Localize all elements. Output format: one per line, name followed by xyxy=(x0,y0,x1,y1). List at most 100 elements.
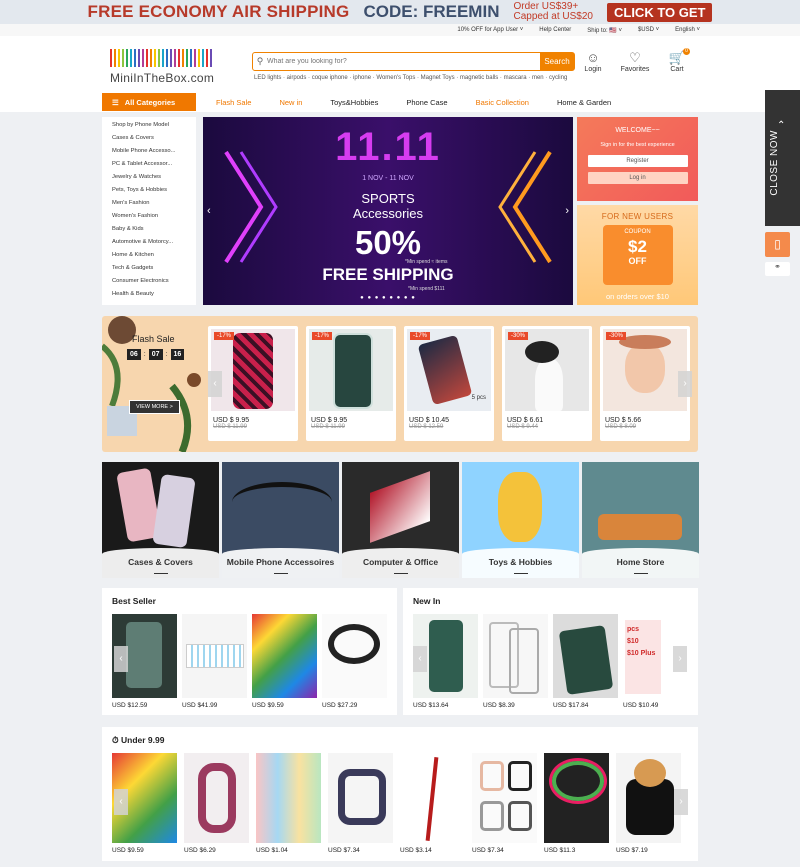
discount-badge: -17% xyxy=(312,332,333,340)
product-item[interactable]: USD $7.19 xyxy=(616,753,683,854)
product-image xyxy=(322,614,387,698)
product-old-price: USD $ 12.59 xyxy=(409,424,444,430)
product-item[interactable]: USD $7.34 xyxy=(328,753,395,854)
chevron-right-icon[interactable]: › xyxy=(674,789,688,815)
login-button[interactable]: Log in xyxy=(587,172,688,184)
chevron-left-icon[interactable]: ‹ xyxy=(114,646,128,672)
product-price: USD $7.19 xyxy=(616,847,648,854)
chevron-left-icon[interactable]: ‹ xyxy=(413,646,427,672)
category-item[interactable]: Home & Kitchen xyxy=(112,249,196,262)
flash-product-list: -17% USD $ 9.95 USD $ 11.99 -17% USD $ 9… xyxy=(208,326,690,441)
product-item[interactable]: USD $41.99 xyxy=(182,614,247,709)
tile-label: Toys & Hobbies xyxy=(462,548,579,578)
search-input[interactable] xyxy=(267,58,540,65)
product-price: USD $27.29 xyxy=(322,702,358,709)
cart-link[interactable]: 🛒 0 Cart xyxy=(662,48,692,73)
all-categories-button[interactable]: ☰ All Categories xyxy=(102,93,196,111)
site-logo[interactable]: MiniInTheBox.com xyxy=(110,49,215,85)
product-image xyxy=(544,753,609,843)
product-item[interactable]: USD $3.14 xyxy=(400,753,467,854)
nav-new-in[interactable]: New in xyxy=(265,98,316,107)
hero-banner[interactable]: 11.11 1 NOV - 11 NOV SPORTS Accessories 5… xyxy=(203,117,573,305)
category-item[interactable]: Baby & Kids xyxy=(112,223,196,236)
hot-searches[interactable]: LED lights · airpods · coque iphone · ip… xyxy=(254,75,567,81)
category-item[interactable]: Automotive & Motorcy... xyxy=(112,236,196,249)
headset-icon[interactable]: ⚭ xyxy=(765,262,790,276)
product-item[interactable]: USD $1.04 xyxy=(256,753,323,854)
category-item[interactable]: Shop by Phone Model xyxy=(112,119,196,132)
category-item[interactable]: PC & Tablet Accessor... xyxy=(112,158,196,171)
tile-mobile-accessories[interactable]: Mobile Phone Accessoires xyxy=(222,462,339,578)
flash-product-card[interactable]: -30% USD $ 6.61 USD $ 9.44 xyxy=(502,326,592,441)
ship-to-selector[interactable]: Ship to: 🇺🇸 ˅ xyxy=(587,27,622,34)
carousel-dots[interactable]: ● ● ● ● ● ● ● ● xyxy=(203,295,573,301)
category-item[interactable]: Men's Fashion xyxy=(112,197,196,210)
promo-cta-button[interactable]: CLICK TO GET xyxy=(606,2,713,22)
tile-computer-office[interactable]: Computer & Office xyxy=(342,462,459,578)
product-image: -30% xyxy=(603,329,687,411)
chevron-right-icon[interactable]: › xyxy=(673,646,687,672)
tile-home-store[interactable]: Home Store xyxy=(582,462,699,578)
tile-image xyxy=(370,471,430,543)
category-item[interactable]: Consumer Electronics xyxy=(112,275,196,288)
category-sidebar: Shop by Phone Model Cases & Covers Mobil… xyxy=(102,117,196,305)
chevron-left-icon[interactable]: ‹ xyxy=(208,371,222,397)
best-seller-section: Best Seller USD $12.59 USD $41.99 USD $9… xyxy=(102,588,397,715)
nav-home-garden[interactable]: Home & Garden xyxy=(543,98,625,107)
chevron-right-icon[interactable]: › xyxy=(565,205,569,217)
product-image: -30% xyxy=(505,329,589,411)
category-item[interactable]: Tech & Gadgets xyxy=(112,262,196,275)
nav-basic-collection[interactable]: Basic Collection xyxy=(462,98,543,107)
app-offer-link[interactable]: 10% OFF for App User ˅ xyxy=(457,27,523,33)
new-user-coupon[interactable]: FOR NEW USERS COUPON $2 OFF on orders ov… xyxy=(577,205,698,305)
favorites-link[interactable]: ♡ Favorites xyxy=(620,50,650,73)
product-item[interactable]: USD $17.84 xyxy=(553,614,618,709)
mobile-app-icon[interactable]: ▯ xyxy=(765,232,790,257)
close-now-widget[interactable]: ⌃ CLOSE NOW xyxy=(765,90,800,226)
category-item[interactable]: Pets, Toys & Hobbies xyxy=(112,184,196,197)
flash-product-card[interactable]: -30% USD $ 5.66 USD $ 8.09 xyxy=(600,326,690,441)
chevron-right-icon[interactable]: › xyxy=(678,371,692,397)
product-item[interactable]: USD $27.29 xyxy=(322,614,387,709)
flash-product-card[interactable]: -17% USD $ 9.95 USD $ 11.99 xyxy=(306,326,396,441)
promo-code: CODE: FREEMIN xyxy=(363,2,500,21)
product-item[interactable]: USD $8.39 xyxy=(483,614,548,709)
category-item[interactable]: Women's Fashion xyxy=(112,210,196,223)
product-image xyxy=(256,753,321,843)
nav-flash-sale[interactable]: Flash Sale xyxy=(202,98,265,107)
view-more-button[interactable]: VIEW MORE > xyxy=(129,400,180,414)
chevron-left-icon[interactable]: ‹ xyxy=(207,205,211,217)
product-price: USD $3.14 xyxy=(400,847,432,854)
tile-cases-covers[interactable]: Cases & Covers xyxy=(102,462,219,578)
logo-bars xyxy=(110,49,215,67)
language-selector[interactable]: English ˅ xyxy=(675,27,700,33)
help-center-link[interactable]: Help Center xyxy=(539,27,571,33)
nav-phone-case[interactable]: Phone Case xyxy=(392,98,461,107)
chevron-left-icon[interactable]: ‹ xyxy=(114,789,128,815)
product-image xyxy=(400,753,465,843)
category-item[interactable]: Jewelry & Watches xyxy=(112,171,196,184)
tile-toys-hobbies[interactable]: Toys & Hobbies xyxy=(462,462,579,578)
product-price: USD $1.04 xyxy=(256,847,288,854)
login-link[interactable]: ☺ Login xyxy=(578,50,608,73)
category-item[interactable]: Health & Beauty xyxy=(112,288,196,301)
product-item[interactable]: USD $6.29 xyxy=(184,753,251,854)
new-in-section: New In USD $13.64 USD $8.39 USD $17.84 p… xyxy=(403,588,698,715)
best-seller-list: USD $12.59 USD $41.99 USD $9.59 USD $27.… xyxy=(112,614,387,709)
account-icons: ☺ Login ♡ Favorites 🛒 0 Cart xyxy=(578,48,692,73)
product-old-price: USD $ 9.44 xyxy=(507,424,539,430)
product-item[interactable]: USD $11.3 xyxy=(544,753,611,854)
product-item[interactable]: USD $9.59 xyxy=(252,614,317,709)
search-button[interactable]: Search xyxy=(540,53,574,70)
register-button[interactable]: Register xyxy=(587,155,688,167)
coupon-off: OFF xyxy=(628,256,647,266)
category-item[interactable]: Cases & Covers xyxy=(112,132,196,145)
nav-toys-hobbies[interactable]: Toys&Hobbies xyxy=(316,98,392,107)
product-item[interactable]: USD $7.34 xyxy=(472,753,539,854)
currency-selector[interactable]: $USD ˅ xyxy=(638,27,659,33)
promo-banner[interactable]: FREE ECONOMY AIR SHIPPING CODE: FREEMIN … xyxy=(0,0,800,24)
flash-product-card[interactable]: -17% 5 pcs USD $ 10.45 USD $ 12.59 xyxy=(404,326,494,441)
promo-capped: Capped at US$20 xyxy=(513,11,593,22)
flash-sale-title: Flash Sale xyxy=(132,334,175,344)
category-item[interactable]: Mobile Phone Accesso... xyxy=(112,145,196,158)
